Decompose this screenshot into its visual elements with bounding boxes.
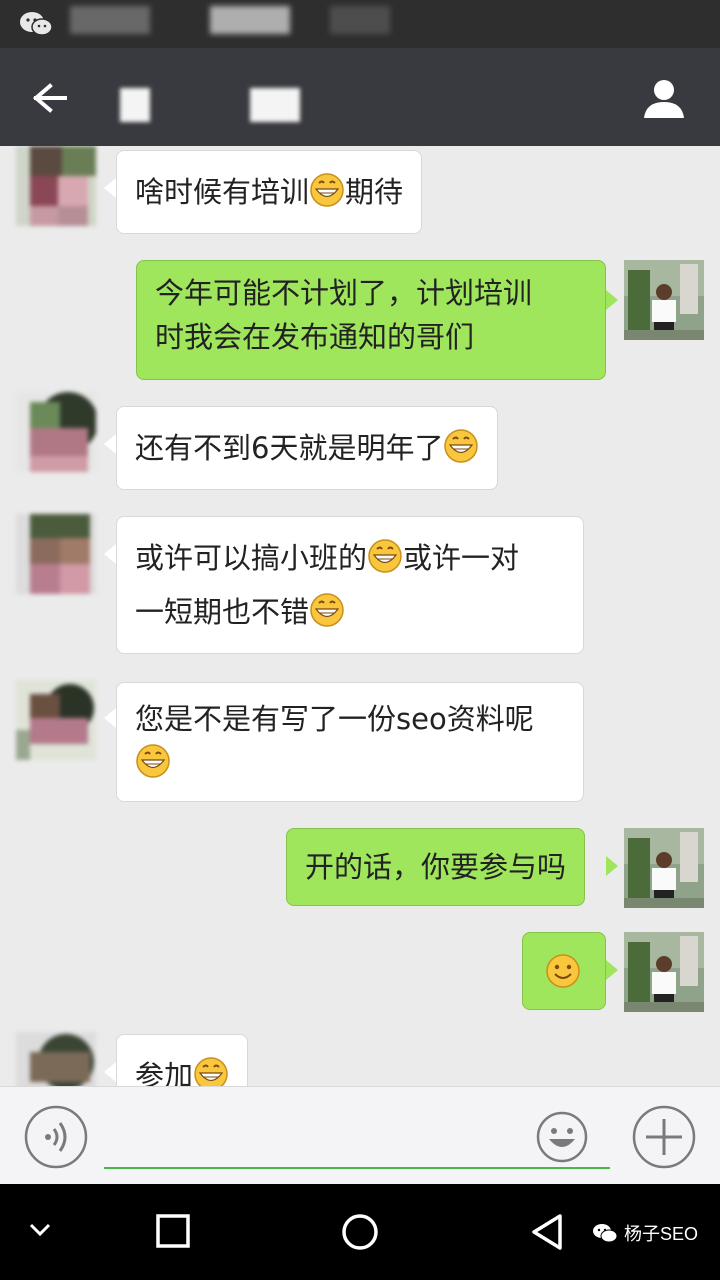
recent-apps-icon[interactable]: [156, 1214, 190, 1248]
home-icon[interactable]: [340, 1212, 380, 1252]
grin-emoji-icon: [310, 173, 344, 207]
contact-avatar[interactable]: [16, 514, 96, 594]
message-list[interactable]: 啥时候有培训期待 今年可能不计划了，计划培训 时我会在发布通知的哥们 还有不到: [0, 146, 720, 1086]
grin-emoji-icon: [444, 429, 479, 463]
message-text-line: 或许可以搞小班的: [135, 541, 368, 575]
message-text-line: 或许一对: [403, 541, 520, 575]
chat-title-blurred: [120, 88, 150, 122]
message-text-line: 时我会在发布通知的哥们: [155, 320, 475, 354]
bubble-tail: [104, 178, 116, 198]
message-text: 开的话，你要参与吗: [305, 850, 567, 884]
grin-emoji-icon: [368, 539, 402, 573]
back-triangle-icon[interactable]: [528, 1212, 568, 1252]
message-bubble-received[interactable]: 参加: [116, 1034, 249, 1086]
message-bubble-received[interactable]: 啥时候有培训 期待: [116, 150, 423, 234]
wechat-icon: [20, 12, 53, 36]
message-text-line: 您是不是有写了一份seo资料呢: [135, 702, 534, 736]
status-info-blurred: [210, 6, 290, 34]
contact-avatar[interactable]: [16, 146, 96, 226]
bubble-tail: [104, 434, 116, 454]
message-text: 期待: [345, 175, 404, 209]
contact-avatar[interactable]: [16, 680, 96, 760]
message-bubble-sent[interactable]: 开的话，你要参与吗: [286, 828, 586, 906]
message-input[interactable]: [104, 1107, 524, 1167]
message-bubble-sent[interactable]: [522, 932, 606, 1010]
chat-title-blurred: [250, 88, 300, 122]
status-info-blurred: [330, 6, 390, 34]
bubble-tail: [104, 544, 116, 564]
chat-header: [0, 48, 720, 146]
grin-emoji-icon: [136, 744, 170, 778]
my-avatar[interactable]: [624, 932, 704, 1012]
watermark: 杨子SEO: [592, 1220, 698, 1246]
input-bar: [0, 1086, 720, 1184]
message-bubble-received[interactable]: 或许可以搞小班的 或许一对 一短期也不错: [116, 516, 584, 654]
status-bar: [0, 0, 720, 48]
system-nav-bar: 杨子SEO: [0, 1184, 720, 1280]
back-button[interactable]: [22, 70, 78, 126]
watermark-text: 杨子SEO: [624, 1224, 699, 1244]
back-arrow-icon: [32, 83, 67, 113]
message-text: 参加: [135, 1059, 194, 1086]
grin-emoji-icon: [310, 593, 344, 627]
smile-emoji-icon: [546, 954, 580, 988]
bubble-tail: [606, 290, 618, 310]
wechat-icon: [593, 1224, 618, 1243]
message-text: 啥时候有培训: [135, 175, 310, 209]
more-actions-icon[interactable]: [632, 1105, 696, 1169]
grin-emoji-icon: [194, 1057, 228, 1086]
status-info-blurred: [70, 6, 150, 34]
message-text-line: 今年可能不计划了，计划培训: [155, 276, 533, 310]
message-text-line: 一短期也不错: [135, 595, 310, 629]
my-avatar[interactable]: [624, 828, 704, 908]
contact-avatar[interactable]: [16, 392, 96, 472]
chevron-down-icon[interactable]: [28, 1222, 52, 1238]
emoji-picker-icon[interactable]: [536, 1111, 588, 1163]
message-bubble-received[interactable]: 您是不是有写了一份seo资料呢: [116, 682, 584, 802]
bubble-tail: [606, 960, 618, 980]
message-input-underline: [104, 1167, 610, 1169]
contact-avatar[interactable]: [16, 1032, 96, 1086]
bubble-tail: [104, 1062, 116, 1082]
message-bubble-sent[interactable]: 今年可能不计划了，计划培训 时我会在发布通知的哥们: [136, 260, 606, 380]
message-bubble-received[interactable]: 还有不到6天就是明年了: [116, 406, 499, 490]
bubble-tail: [606, 856, 618, 876]
my-avatar[interactable]: [624, 260, 704, 340]
message-text: 还有不到6天就是明年了: [135, 431, 444, 465]
voice-input-icon[interactable]: [24, 1105, 88, 1169]
bubble-tail: [104, 708, 116, 728]
profile-icon[interactable]: [636, 72, 692, 128]
